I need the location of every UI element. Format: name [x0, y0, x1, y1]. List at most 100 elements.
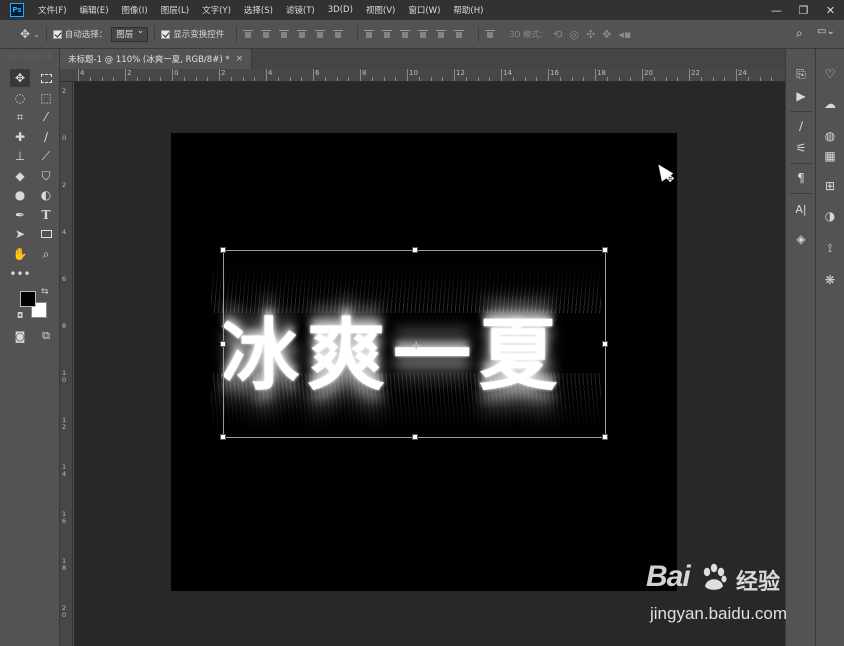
menu-3d[interactable]: 3D(D) — [328, 5, 353, 15]
document-tab[interactable]: 未标题-1 @ 110% (冰爽一夏, RGB/8#) * × — [60, 49, 253, 69]
document-canvas[interactable]: 冰爽一夏 — [171, 133, 677, 591]
screen-mode-icon[interactable]: ⧉ — [36, 327, 56, 345]
brush-settings-icon[interactable]: ∕ — [791, 117, 811, 135]
paths-panel-icon[interactable]: ⟟ — [820, 239, 840, 257]
zoom-tool-icon[interactable]: ⌕ — [36, 245, 56, 263]
foreground-color-swatch[interactable] — [20, 291, 36, 307]
ruler-left-label: 1 8 — [62, 557, 67, 572]
actions-panel-icon[interactable]: ▶ — [791, 87, 811, 105]
menu-file[interactable]: 文件(F) — [38, 4, 67, 16]
3d-scale-icon[interactable]: ◂▪ — [618, 28, 631, 41]
channels-panel-icon[interactable]: ❋ — [820, 271, 840, 289]
ruler-tick — [665, 77, 667, 81]
3d-orbit-icon[interactable]: ⟲ — [553, 28, 562, 41]
distribute-right-icon[interactable] — [454, 29, 465, 39]
eyedropper-tool-icon[interactable]: ⁄ — [36, 108, 56, 126]
quick-selection-tool-icon[interactable]: ⬚ — [36, 89, 56, 107]
lasso-tool-icon[interactable]: ◌ — [10, 89, 30, 107]
align-left-icon[interactable] — [297, 29, 308, 39]
libraries-panel-icon[interactable]: ☁ — [820, 95, 840, 113]
align-hcenter-icon[interactable] — [315, 29, 326, 39]
distribute-left-icon[interactable] — [418, 29, 429, 39]
menu-edit[interactable]: 编辑(E) — [80, 4, 109, 16]
close-button[interactable]: ✕ — [817, 0, 844, 20]
path-selection-tool-icon[interactable]: ➤ — [10, 225, 30, 243]
search-icon[interactable]: ⌕ — [796, 26, 803, 41]
color-panel-icon[interactable]: ◑ — [820, 207, 840, 225]
distribute-vcenter-icon[interactable] — [382, 29, 393, 39]
move-tool-icon[interactable]: ✥ — [10, 69, 30, 87]
restore-button[interactable]: ❐ — [790, 0, 817, 20]
ruler-tick — [489, 77, 491, 81]
default-colors-icon[interactable]: ◘ — [17, 311, 23, 320]
ruler-tick — [324, 77, 326, 81]
swatches-panel-icon[interactable]: ▦ — [820, 147, 840, 165]
ruler-tick — [183, 77, 185, 81]
align-bottom-icon[interactable] — [279, 29, 290, 39]
ruler-top-label: 2 — [127, 69, 132, 77]
distribute-bottom-icon[interactable] — [400, 29, 411, 39]
move-tool-icon[interactable]: ✥ — [20, 27, 30, 41]
distribute-hcenter-icon[interactable] — [436, 29, 447, 39]
properties-panel-icon[interactable]: ⊞ — [820, 177, 840, 195]
horizontal-ruler[interactable]: 4 2 0 2 4 6 8 10 12 14 16 18 20 22 24 — [60, 69, 785, 82]
minimize-button[interactable]: — — [763, 0, 790, 20]
show-transform-checkbox[interactable] — [161, 29, 171, 39]
character-panel-icon[interactable]: A| — [791, 200, 811, 218]
layers-panel-icon[interactable]: ◈ — [791, 230, 811, 248]
crop-tool-icon[interactable]: ⌗ — [10, 108, 30, 126]
history-brush-tool-icon[interactable]: ⟋ — [36, 147, 56, 165]
clone-stamp-tool-icon[interactable]: ⊥ — [10, 147, 30, 165]
3d-pan-icon[interactable]: ✣ — [586, 28, 595, 41]
divider — [357, 26, 359, 42]
brushes-panel-icon[interactable]: ⚟ — [791, 139, 811, 157]
auto-align-icon[interactable] — [485, 29, 496, 39]
menu-filter[interactable]: 滤镜(T) — [286, 4, 315, 16]
menu-help[interactable]: 帮助(H) — [453, 4, 483, 16]
ruler-tick — [512, 77, 514, 81]
history-panel-icon[interactable]: ⎘ — [791, 65, 811, 83]
close-tab-icon[interactable]: × — [236, 54, 244, 64]
paragraph-panel-icon[interactable]: ¶ — [791, 169, 811, 187]
collapsed-panels-dock: ⎘ ▶ ∕ ⚟ ¶ A| ◈ — [785, 49, 816, 646]
dodge-tool-icon[interactable]: ◐ — [36, 186, 56, 204]
healing-brush-tool-icon[interactable]: ✚ — [10, 128, 30, 146]
quick-mask-icon[interactable]: ◙ — [10, 327, 30, 345]
workspace-switcher-icon[interactable]: ▭⌄ — [817, 26, 835, 37]
align-top-icon[interactable] — [243, 29, 254, 39]
ruler-tick — [172, 69, 173, 81]
auto-select-checkbox[interactable] — [52, 29, 62, 39]
rectangle-tool-icon[interactable] — [36, 225, 56, 243]
hand-tool-icon[interactable]: ✋ — [10, 245, 30, 263]
vertical-ruler[interactable]: 2 0 2 4 6 8 1 0 1 2 1 4 1 6 1 8 2 0 — [60, 82, 73, 646]
type-tool-icon[interactable]: T — [36, 206, 56, 224]
adjustments-panel-icon[interactable]: ◍ — [820, 127, 840, 145]
blur-tool-icon[interactable]: ● — [10, 186, 30, 204]
3d-slide-icon[interactable]: ✥ — [602, 28, 611, 41]
3d-roll-icon[interactable]: ◎ — [569, 28, 579, 41]
brush-tool-icon[interactable]: ∕ — [36, 128, 56, 146]
edit-toolbar-icon[interactable]: ••• — [9, 265, 30, 283]
menu-select[interactable]: 选择(S) — [244, 4, 273, 16]
align-vcenter-icon[interactable] — [261, 29, 272, 39]
show-transform-label: 显示变换控件 — [173, 30, 225, 40]
menu-view[interactable]: 视图(V) — [366, 4, 395, 16]
menu-image[interactable]: 图像(I) — [122, 4, 148, 16]
align-right-icon[interactable] — [333, 29, 344, 39]
panel-grip[interactable] — [6, 53, 54, 59]
auto-select-target-dropdown[interactable]: 图层 — [111, 26, 149, 42]
menu-window[interactable]: 窗口(W) — [408, 4, 440, 16]
eraser-tool-icon[interactable]: ◆ — [10, 167, 30, 185]
ruler-tick — [395, 77, 397, 81]
ruler-tick — [712, 77, 714, 81]
learn-panel-icon[interactable]: ♡ — [820, 65, 840, 83]
swap-colors-icon[interactable]: ⇆ — [41, 287, 49, 297]
distribute-top-icon[interactable] — [364, 29, 375, 39]
menu-layer[interactable]: 图层(L) — [161, 4, 189, 16]
menu-type[interactable]: 文字(Y) — [202, 4, 231, 16]
marquee-tool-icon[interactable] — [36, 69, 56, 87]
pen-tool-icon[interactable]: ✒ — [10, 206, 30, 224]
paint-bucket-tool-icon[interactable]: ⛉ — [36, 167, 56, 185]
ruler-tick — [266, 69, 267, 81]
tool-preset-chevron-icon[interactable]: ⌄ — [33, 30, 40, 39]
